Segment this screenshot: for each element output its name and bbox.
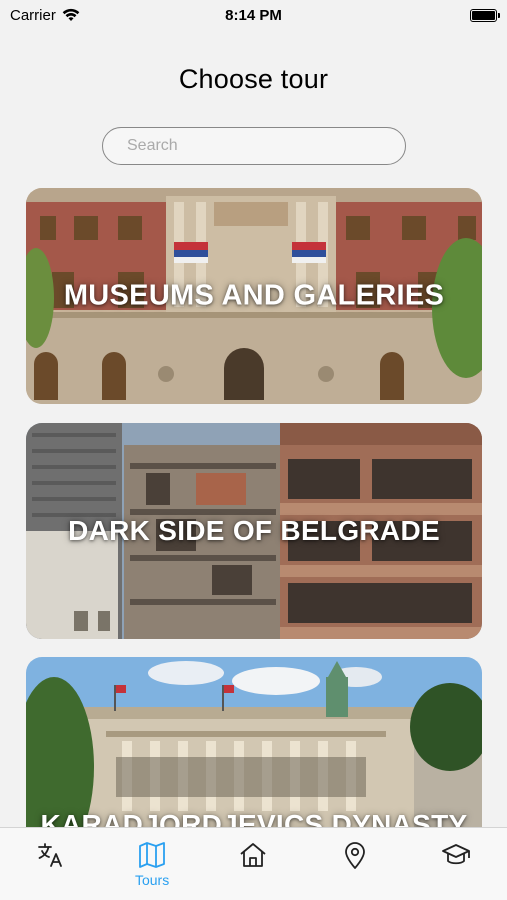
tab-home[interactable]: [213, 840, 293, 870]
tab-tours[interactable]: Tours: [112, 840, 192, 888]
tab-translate[interactable]: [11, 840, 91, 870]
search-bar[interactable]: [102, 127, 406, 165]
tab-bar: Tours: [0, 827, 507, 900]
translate-icon: [37, 843, 62, 867]
tab-education[interactable]: [416, 840, 496, 870]
tour-card-museums[interactable]: MUSEUMS AND GALERIES: [26, 188, 482, 404]
tab-location[interactable]: [315, 840, 395, 870]
tour-card-dark-side[interactable]: DARK SIDE OF BELGRADE: [26, 423, 482, 639]
location-pin-icon: [344, 842, 365, 869]
carrier-info: Carrier: [10, 7, 80, 24]
page-title: Choose tour: [178, 64, 329, 94]
tab-label: Tours: [134, 872, 170, 888]
search-input[interactable]: [127, 137, 381, 155]
tour-card-title: MUSEUMS AND GALERIES: [63, 279, 445, 312]
home-icon: [240, 843, 267, 867]
graduation-cap-icon: [442, 844, 471, 865]
carrier-label: Carrier: [10, 6, 56, 24]
wifi-icon: [62, 8, 80, 21]
tour-card-title: DARK SIDE OF BELGRADE: [68, 515, 440, 546]
map-icon: [139, 842, 165, 868]
status-bar: Carrier 8:14 PM: [0, 0, 507, 30]
battery-icon: [470, 8, 500, 22]
